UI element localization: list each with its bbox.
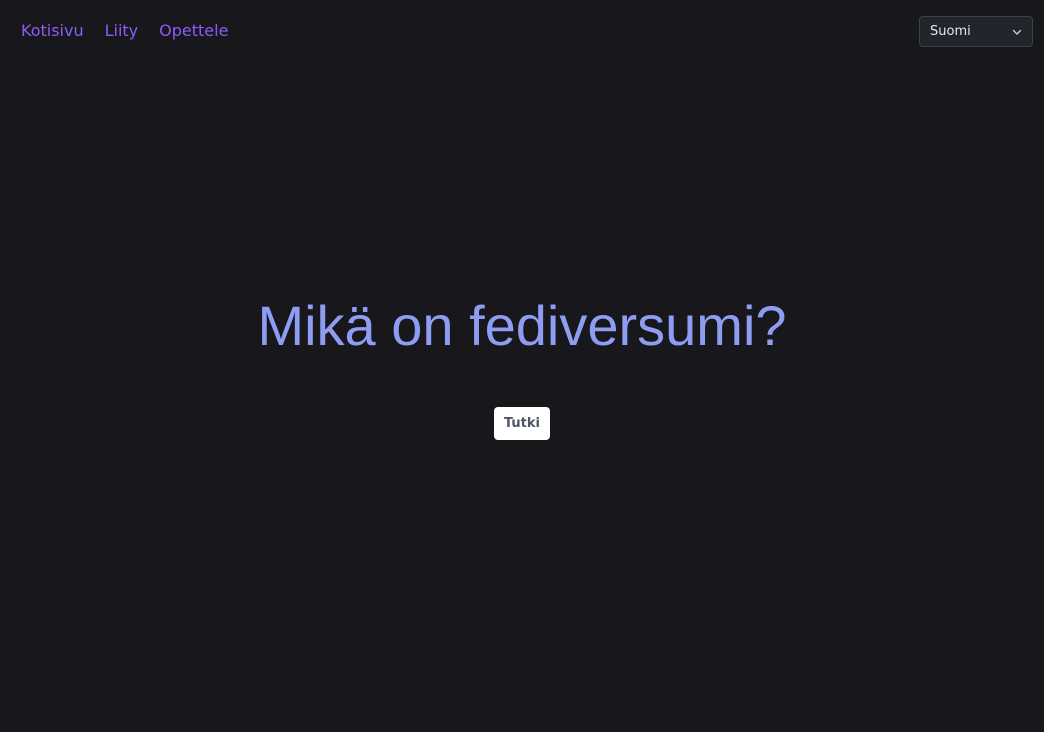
nav-link-learn[interactable]: Opettele xyxy=(159,21,228,41)
language-select[interactable]: Suomi xyxy=(919,16,1033,47)
nav-link-join[interactable]: Liity xyxy=(105,21,139,41)
language-select-value: Suomi xyxy=(930,24,971,39)
top-nav: Kotisivu Liity Opettele xyxy=(21,21,228,41)
nav-link-home[interactable]: Kotisivu xyxy=(21,21,84,41)
page: Kotisivu Liity Opettele Suomi Mikä on fe… xyxy=(0,0,1044,732)
hero-title: Mikä on fediversumi? xyxy=(257,294,787,357)
chevron-down-icon xyxy=(1012,27,1022,37)
explore-button[interactable]: Tutki xyxy=(494,407,550,440)
